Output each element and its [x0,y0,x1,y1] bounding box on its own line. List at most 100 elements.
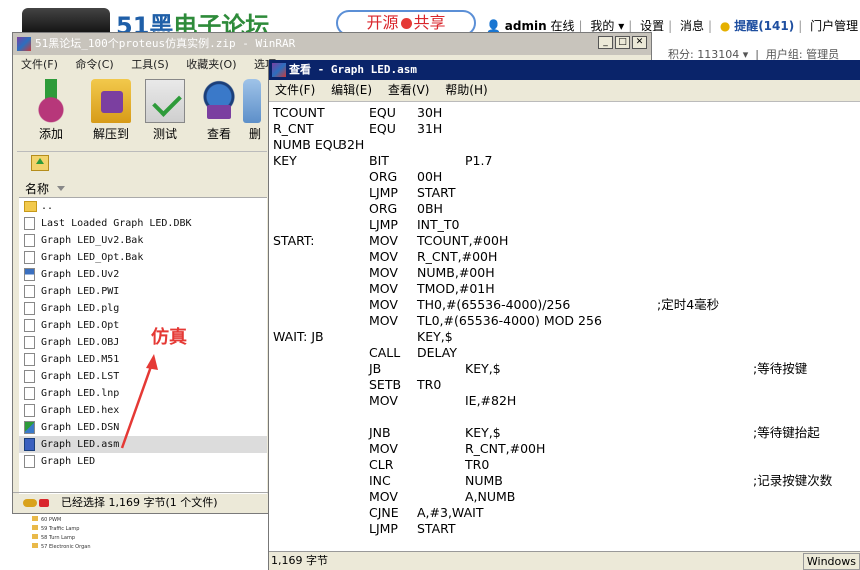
code-view[interactable]: TCOUNT EQU 30H R_CNT EQU 31H NUMB EQU 32H KEY BIT… [273,105,860,545]
menu-file[interactable]: 文件(F) [21,58,58,71]
pill-left: 开源 [366,13,399,32]
messages-link[interactable]: 消息 [680,19,704,33]
file-icon [24,353,35,366]
close-icon[interactable]: ✕ [632,36,647,49]
add-archive-icon [31,79,71,123]
viewer-menu-file[interactable]: 文件(F) [275,83,315,97]
code-a1: 00H [417,169,443,184]
file-name: Graph LED_Opt.Bak [41,252,144,263]
code-line: LJMP START [273,185,860,201]
annotation-text: 仿真 [151,327,187,348]
viewer-title: 查看 - Graph LED.asm [289,63,417,76]
viewer-menu-view[interactable]: 查看(V) [388,83,430,97]
viewer-titlebar[interactable]: 查看 - Graph LED.asm [269,60,860,80]
side-folder-item[interactable]: 59 Traffic Lamp [32,525,91,534]
code-a1: KEY,$ [417,329,453,344]
winrar-app-icon [17,37,31,51]
pill-right: 共享 [413,13,446,32]
file-icon [24,251,35,264]
code-op: MOV [369,297,398,312]
reminder-link[interactable]: 提醒(141) [734,19,794,33]
code-a1: TMOD,#01H [417,281,495,296]
file-row[interactable]: Graph LED.plg [19,300,267,317]
sort-caret-icon [57,186,66,191]
file-row[interactable]: .. [19,198,267,215]
file-name: Last Loaded Graph LED.DBK [41,218,192,229]
encoding-status[interactable]: Windows [802,553,860,570]
file-row[interactable]: Graph LED_Uv2.Bak [19,232,267,249]
code-line: MOV R_CNT,#00H [273,249,860,265]
maximize-icon[interactable]: □ [615,36,630,49]
file-name: Graph LED.hex [41,405,120,416]
code-line: MOV A,NUMB [273,489,860,505]
minimize-icon[interactable]: _ [598,36,613,49]
code-line: WAIT: JB KEY,$ [273,329,860,345]
file-name: Graph LED.M51 [41,354,120,365]
side-folder-item[interactable]: 57 Electronic Organ [32,543,91,552]
code-a2: A,NUMB [465,489,516,504]
delete-icon [243,79,261,123]
code-a2: KEY,$ [465,425,501,440]
file-name: Graph LED.lnp [41,388,120,399]
file-icon [24,285,35,298]
delete-button[interactable]: 删 [243,75,267,142]
code-line: R_CNT EQU 31H [273,121,860,137]
file-name: Graph LED [41,456,96,467]
file-row[interactable]: Graph LED.OBJ [19,334,267,351]
file-row[interactable]: Graph LED.Uv2 [19,266,267,283]
file-icon [24,455,35,468]
file-row[interactable]: Graph LED_Opt.Bak [19,249,267,266]
code-comment: ;记录按键次数 [753,473,833,488]
file-name: Graph LED.Opt [41,320,120,331]
winrar-titlebar[interactable]: 51黑论坛_100个proteus仿真实例.zip - WinRAR _ □ ✕ [13,33,651,55]
view-button[interactable]: 查看 [191,75,247,142]
annotation-arrow-icon [120,354,158,449]
side-folder-item[interactable]: 58 Turn Lamp [32,534,91,543]
red-dot-icon [400,18,412,29]
code-op: SETB [369,377,402,392]
file-icon [24,404,35,417]
code-label: WAIT: JB [273,329,324,344]
code-a1: DELAY [417,345,457,360]
file-row[interactable]: Graph LED.PWI [19,283,267,300]
file-icon [24,370,35,383]
code-a2: P1.7 [465,153,493,168]
file-size-status: 1,169 字节 [271,554,328,567]
my-menu[interactable]: 我的 [590,19,614,33]
code-line: SETB TR0 [273,377,860,393]
folder-icon [24,201,37,212]
viewer-menu-edit[interactable]: 编辑(E) [331,83,372,97]
code-line: CLR TR0 [273,457,860,473]
code-comment: ;等待按键 [753,361,808,376]
code-op: LJMP [369,217,398,232]
settings-link[interactable]: 设置 [640,19,664,33]
up-folder-icon[interactable] [31,155,49,171]
viewer-menu-help[interactable]: 帮助(H) [445,83,487,97]
menu-tools[interactable]: 工具(S) [131,58,169,71]
portal-admin-link[interactable]: 门户管理 [810,19,858,33]
code-a1: R_CNT,#00H [417,249,498,264]
code-op: MOV [369,249,398,264]
view-icon [199,79,239,123]
side-folder-item[interactable]: 60 PWM [32,516,91,525]
test-button[interactable]: 测试 [137,75,193,142]
code-comment: ;定时4毫秒 [657,297,720,312]
code-op: CALL [369,345,401,360]
file-icon [24,319,35,332]
code-a1: NUMB,#00H [417,265,495,280]
online-status[interactable]: 在线 [550,19,574,33]
code-op: MOV [369,233,398,248]
menu-commands[interactable]: 命令(C) [75,58,113,71]
extract-button[interactable]: 解压到 [83,75,139,142]
column-header-name[interactable]: 名称 [19,181,267,198]
username-link[interactable]: admin [505,19,547,33]
file-row[interactable]: Last Loaded Graph LED.DBK [19,215,267,232]
menu-favorites[interactable]: 收藏夹(O) [186,58,236,71]
code-op: MOV [369,489,398,504]
code-a1: START [417,185,456,200]
extract-icon [91,79,131,123]
add-button[interactable]: 添加 [23,75,79,142]
file-row[interactable]: Graph LED.Opt [19,317,267,334]
code-line: LJMP INT_T0 [273,217,860,233]
code-op: MOV [369,441,398,456]
